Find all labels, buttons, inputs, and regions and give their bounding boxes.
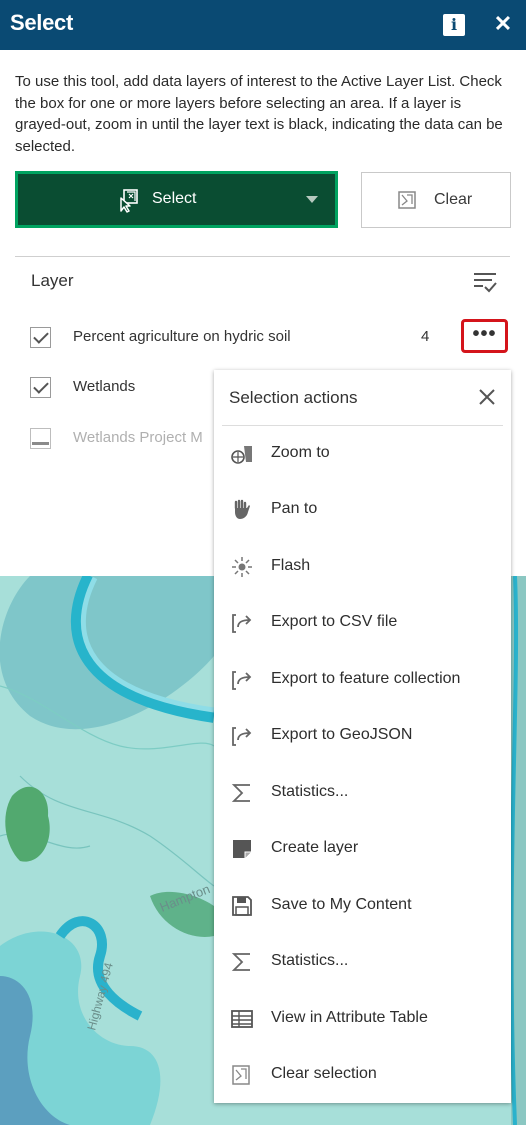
popup-title: Selection actions [229, 388, 358, 407]
flash-icon [232, 557, 252, 577]
layer-checkbox[interactable] [30, 327, 51, 348]
zoom-to-icon [231, 446, 252, 464]
action-label: Flash [271, 557, 311, 574]
action-label: Export to CSV file [271, 613, 398, 630]
clear-selection-icon [398, 191, 416, 209]
more-icon: ••• [472, 323, 497, 345]
instructions-text: To use this tool, add data layers of int… [15, 73, 503, 155]
action-export-geojson[interactable]: Export to GeoJSON [214, 716, 511, 756]
layer-checkbox[interactable] [30, 428, 51, 449]
sigma-icon [231, 953, 250, 971]
layer-name: Wetlands [73, 378, 136, 395]
action-label: Statistics... [271, 783, 349, 800]
layer-name: Percent agriculture on hydric soil [73, 328, 291, 345]
pan-hand-icon [234, 499, 250, 519]
selection-actions-popup: Selection actions Zoom to Pan to Flash E… [214, 370, 511, 1103]
layer-column-header: Layer [31, 271, 74, 290]
panel-title: Select [10, 10, 74, 35]
close-icon[interactable] [476, 386, 498, 408]
action-label: Pan to [271, 500, 318, 517]
clear-button[interactable]: Clear [361, 172, 511, 228]
action-export-csv[interactable]: Export to CSV file [214, 603, 511, 643]
export-icon [232, 671, 252, 690]
action-statistics[interactable]: Statistics... [214, 942, 511, 982]
chevron-down-icon[interactable] [306, 196, 318, 203]
action-label: View in Attribute Table [271, 1009, 428, 1026]
select-tool-icon [120, 189, 138, 213]
layer-checkbox[interactable] [30, 377, 51, 398]
action-label: Statistics... [271, 952, 349, 969]
clear-selection-icon [232, 1065, 250, 1085]
clear-button-label: Clear [434, 191, 473, 208]
action-view-attribute-table[interactable]: View in Attribute Table [214, 999, 511, 1039]
action-label: Export to GeoJSON [271, 726, 413, 743]
panel-header: Select i ✕ [0, 0, 526, 50]
action-clear-selection[interactable]: Clear selection [214, 1055, 511, 1095]
sigma-icon [231, 784, 250, 802]
action-label: Create layer [271, 839, 359, 856]
selected-count: 4 [421, 328, 430, 345]
save-icon [232, 896, 252, 916]
close-icon[interactable]: ✕ [490, 10, 516, 38]
action-zoom-to[interactable]: Zoom to [214, 434, 511, 474]
layer-list-options-icon[interactable] [472, 269, 498, 295]
divider [222, 425, 503, 426]
divider [15, 256, 510, 257]
action-flash[interactable]: Flash [214, 547, 511, 587]
select-button[interactable]: Select [15, 171, 338, 228]
select-button-label: Select [152, 190, 197, 207]
action-create-layer[interactable]: Create layer [214, 829, 511, 869]
create-layer-icon [233, 840, 251, 858]
action-label: Zoom to [271, 444, 330, 461]
more-actions-button[interactable]: ••• [461, 319, 508, 353]
layer-row: Percent agriculture on hydric soil 4 ••• [0, 318, 526, 358]
table-icon [231, 1010, 253, 1028]
action-label: Export to feature collection [271, 670, 461, 687]
export-icon [232, 727, 252, 746]
export-icon [232, 614, 252, 633]
layer-name: Wetlands Project M [73, 429, 203, 446]
action-pan-to[interactable]: Pan to [214, 490, 511, 530]
info-icon[interactable]: i [443, 14, 465, 36]
action-label: Clear selection [271, 1065, 377, 1082]
action-export-feature-collection[interactable]: Export to feature collection [214, 660, 511, 700]
action-statistics[interactable]: Statistics... [214, 773, 511, 813]
action-label: Save to My Content [271, 896, 412, 913]
action-save-to-my-content[interactable]: Save to My Content [214, 886, 511, 926]
